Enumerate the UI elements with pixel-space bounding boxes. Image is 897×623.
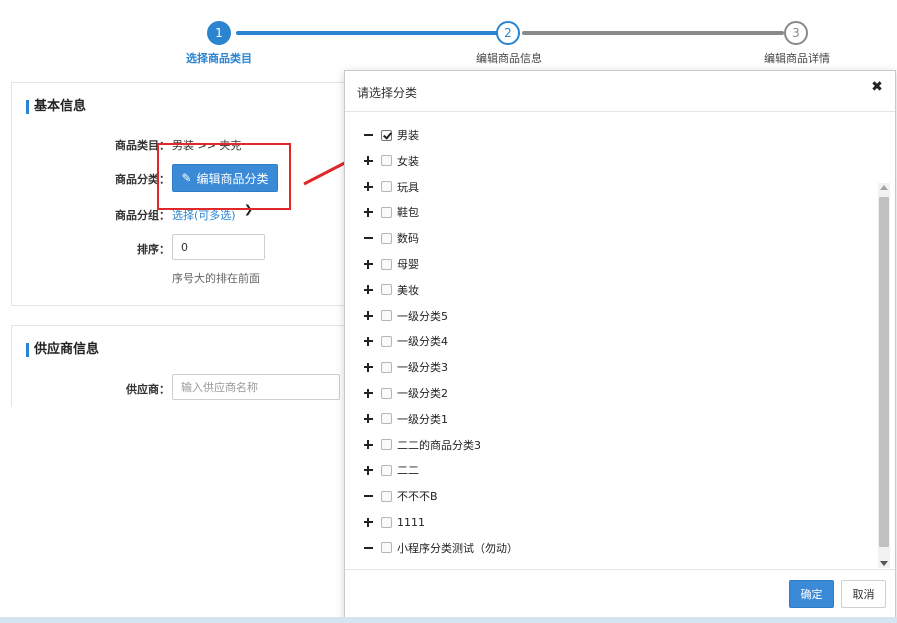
expand-icon[interactable] — [361, 463, 375, 477]
tree-item-label[interactable]: 一级分类3 — [397, 359, 448, 375]
expand-icon[interactable] — [361, 257, 375, 271]
checkbox[interactable] — [381, 413, 392, 425]
step-3-label: 编辑商品详情 — [764, 52, 830, 65]
expand-icon[interactable] — [361, 309, 375, 323]
expand-icon[interactable] — [361, 205, 375, 219]
checkbox[interactable] — [381, 464, 392, 476]
tree-item-label[interactable]: 二二的商品分类3 — [397, 437, 481, 453]
modal-title: 请选择分类 — [357, 86, 418, 100]
scroll-down-icon[interactable] — [880, 561, 888, 566]
step-1-label: 选择商品类目 — [186, 52, 252, 65]
tree-item[interactable]: 男装 — [361, 127, 419, 143]
step-3-circle: 3 — [784, 21, 808, 45]
checkbox[interactable] — [381, 542, 392, 554]
expand-icon[interactable] — [361, 386, 375, 400]
checkbox[interactable] — [381, 335, 392, 347]
step-1-circle: 1 — [207, 21, 231, 45]
checkbox[interactable] — [381, 258, 392, 270]
tree-item[interactable]: 不不不B — [361, 488, 438, 504]
step-connector-2 — [522, 31, 784, 35]
tree-item-label[interactable]: 女装 — [397, 153, 419, 169]
step-connector-1 — [236, 31, 498, 35]
modal-header-divider — [345, 111, 895, 112]
expand-icon[interactable] — [361, 283, 375, 297]
scroll-thumb[interactable] — [879, 197, 889, 547]
tree-item[interactable]: 二二的商品分类3 — [361, 437, 481, 453]
checkbox[interactable] — [381, 310, 392, 322]
step-2-circle: 2 — [496, 21, 520, 45]
tree-item[interactable]: 一级分类1 — [361, 411, 448, 427]
expand-icon[interactable] — [361, 180, 375, 194]
close-icon[interactable]: ✖ — [869, 79, 885, 95]
basic-info-title: 基本信息 — [26, 100, 86, 114]
supplier-info-title: 供应商信息 — [26, 343, 99, 357]
checkbox[interactable] — [381, 155, 392, 167]
checkbox[interactable] — [381, 284, 392, 296]
category-select-modal: 请选择分类 ✖ 男装女装玩具鞋包数码母婴美妆一级分类5 一级分类4 一级分类3 一级分… — [344, 70, 896, 623]
tree-item-label[interactable]: 一级分类1 — [397, 411, 448, 427]
checkbox[interactable] — [381, 387, 392, 399]
tree-item[interactable]: 美妆 — [361, 282, 419, 298]
supplier-label: 供应商： — [126, 383, 170, 396]
scroll-up-icon[interactable] — [880, 185, 888, 190]
tree-item[interactable]: 一级分类4 — [361, 333, 448, 349]
supplier-info-panel: 供应商信息 供应商： — [11, 325, 351, 407]
checkbox[interactable] — [381, 129, 392, 141]
expand-icon[interactable] — [361, 360, 375, 374]
step-2-label: 编辑商品信息 — [476, 52, 542, 65]
checkbox[interactable] — [381, 516, 392, 528]
expand-icon[interactable] — [361, 154, 375, 168]
sort-label: 排序： — [137, 243, 170, 256]
checkbox[interactable] — [381, 181, 392, 193]
collapse-icon[interactable] — [361, 128, 375, 142]
tree-item-label[interactable]: 数码 — [397, 230, 419, 246]
tree-item-label[interactable]: 男装 — [397, 127, 419, 143]
supplier-input[interactable] — [172, 374, 340, 400]
tree-item-label[interactable]: 玩具 — [397, 179, 419, 195]
tree-item-label[interactable]: 一级分类4 — [397, 333, 448, 349]
tree-item[interactable]: 小程序分类测试（勿动） — [361, 540, 518, 556]
tree-item-label[interactable]: 一级分类2 — [397, 385, 448, 401]
sort-hint: 序号大的排在前面 — [172, 272, 260, 285]
checkbox[interactable] — [381, 206, 392, 218]
tree-item-label[interactable]: 小程序分类测试（勿动） — [397, 540, 518, 556]
tree-item[interactable]: 数码 — [361, 230, 419, 246]
tree-item-label[interactable]: 二二 — [397, 462, 419, 478]
expand-icon[interactable] — [361, 412, 375, 426]
tree-item[interactable]: 一级分类2 — [361, 385, 448, 401]
tree-item[interactable]: 二二 — [361, 462, 419, 478]
tree-item-label[interactable]: 不不不B — [397, 488, 438, 504]
collapse-icon[interactable] — [361, 231, 375, 245]
confirm-button[interactable]: 确定 — [789, 580, 834, 608]
checkbox[interactable] — [381, 439, 392, 451]
tree-item[interactable]: 女装 — [361, 153, 419, 169]
bottom-bar — [0, 617, 897, 623]
tree-item-label[interactable]: 一级分类5 — [397, 308, 448, 324]
modal-footer-divider — [345, 569, 895, 570]
tree-item[interactable]: 鞋包 — [361, 204, 419, 220]
cancel-button[interactable]: 取消 — [841, 580, 886, 608]
checkbox[interactable] — [381, 232, 392, 244]
highlight-box — [157, 143, 291, 210]
expand-icon[interactable] — [361, 334, 375, 348]
tree-item-label[interactable]: 鞋包 — [397, 204, 419, 220]
checkbox[interactable] — [381, 490, 392, 502]
tree-item-label[interactable]: 1111 — [397, 516, 425, 529]
checkbox[interactable] — [381, 361, 392, 373]
tree-item-label[interactable]: 美妆 — [397, 282, 419, 298]
tree-item[interactable]: 一级分类5 — [361, 308, 448, 324]
tree-item[interactable]: 母婴 — [361, 256, 419, 272]
collapse-icon[interactable] — [361, 489, 375, 503]
tree-item[interactable]: 1111 — [361, 514, 425, 530]
tree-item[interactable]: 玩具 — [361, 179, 419, 195]
tree-item[interactable]: 一级分类3 — [361, 359, 448, 375]
expand-icon[interactable] — [361, 438, 375, 452]
collapse-icon[interactable] — [361, 541, 375, 555]
tree-scrollbar[interactable] — [878, 183, 890, 568]
sort-input[interactable] — [172, 234, 265, 260]
expand-icon[interactable] — [361, 515, 375, 529]
tree-item-label[interactable]: 母婴 — [397, 256, 419, 272]
